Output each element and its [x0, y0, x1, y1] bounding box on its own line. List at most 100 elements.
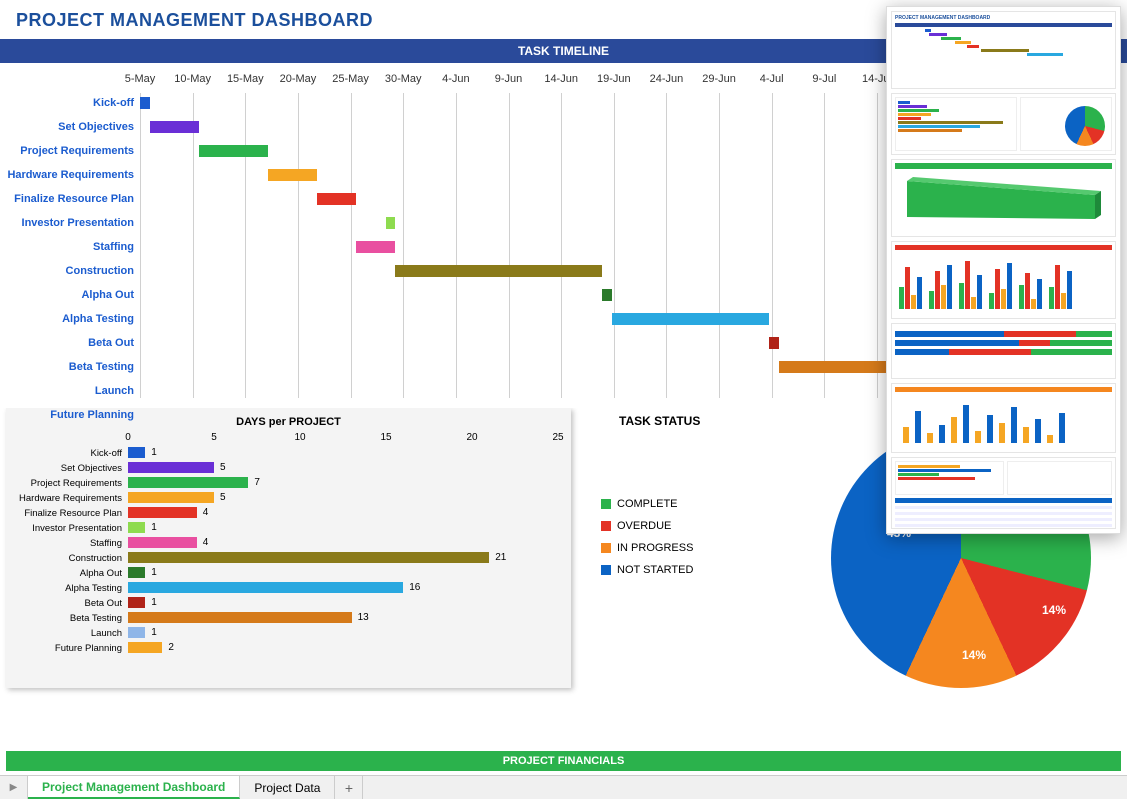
days-bar	[128, 597, 145, 608]
thumb-table[interactable]	[891, 457, 1116, 529]
gantt-task-label: Construction	[0, 265, 134, 277]
days-label: Future Planning	[18, 643, 122, 654]
gantt-task-label: Staffing	[0, 241, 134, 253]
gantt-date-tick: 10-May	[174, 73, 211, 85]
thumb-orange-cols[interactable]	[891, 383, 1116, 453]
days-per-project-chart: DAYS per PROJECT 0510152025 Kick-off1Set…	[6, 408, 571, 688]
thumb-3d-green[interactable]	[891, 159, 1116, 237]
days-value: 1	[151, 627, 157, 638]
days-bar	[128, 492, 214, 503]
days-bar	[128, 507, 197, 518]
gantt-row: Kick-off	[0, 93, 877, 117]
days-row: Launch 1	[18, 626, 559, 641]
days-bar	[128, 477, 248, 488]
gantt-date-tick: 4-Jul	[760, 73, 784, 85]
days-value: 1	[151, 567, 157, 578]
days-bar	[128, 567, 145, 578]
gantt-date-tick: 25-May	[332, 73, 369, 85]
thumb-columns[interactable]	[891, 241, 1116, 319]
gantt-task-label: Set Objectives	[0, 121, 134, 133]
legend-swatch	[601, 543, 611, 553]
tab-project-data[interactable]: Project Data	[240, 776, 335, 799]
gantt-bar	[268, 169, 317, 181]
gantt-task-label: Launch	[0, 385, 134, 397]
gantt-task-label: Beta Testing	[0, 361, 134, 373]
financials-header: PROJECT FINANCIALS	[6, 751, 1121, 771]
gantt-task-label: Hardware Requirements	[0, 169, 134, 181]
gantt-date-tick: 9-Jul	[812, 73, 836, 85]
days-label: Finalize Resource Plan	[18, 508, 122, 519]
days-axis-tick: 10	[294, 432, 305, 443]
gantt-row: Beta Testing	[0, 357, 877, 381]
gantt-bar	[386, 217, 396, 229]
days-label: Hardware Requirements	[18, 493, 122, 504]
days-label: Beta Out	[18, 598, 122, 609]
days-label: Alpha Out	[18, 568, 122, 579]
gantt-row: Beta Out	[0, 333, 877, 357]
days-row: Kick-off1	[18, 446, 559, 461]
days-row: Alpha Out 1	[18, 566, 559, 581]
legend-item: NOT STARTED	[601, 564, 693, 576]
gantt-task-label: Finalize Resource Plan	[0, 193, 134, 205]
days-label: Construction	[18, 553, 122, 564]
days-row: Beta Out1	[18, 596, 559, 611]
days-axis-tick: 15	[380, 432, 391, 443]
tab-prev-icon[interactable]: ▶	[0, 776, 28, 799]
legend-swatch	[601, 499, 611, 509]
days-bar	[128, 642, 162, 653]
days-value: 13	[358, 612, 369, 623]
thumb-bars-pie[interactable]	[891, 93, 1116, 155]
gantt-row: Alpha Out	[0, 285, 877, 309]
template-thumbnail-strip[interactable]: PROJECT MANAGEMENT DASHBOARD	[886, 6, 1121, 534]
days-value: 4	[203, 537, 209, 548]
gantt-date-tick: 19-Jun	[597, 73, 631, 85]
days-label: Set Objectives	[18, 463, 122, 474]
legend-item: COMPLETE	[601, 498, 693, 510]
gantt-row: Alpha Testing	[0, 309, 877, 333]
gantt-bar	[612, 313, 769, 325]
gantt-date-tick: 24-Jun	[650, 73, 684, 85]
days-label: Launch	[18, 628, 122, 639]
gantt-bar	[602, 289, 612, 301]
legend-item: IN PROGRESS	[601, 542, 693, 554]
days-bar	[128, 612, 352, 623]
days-axis-tick: 5	[211, 432, 217, 443]
days-row: Construction 21	[18, 551, 559, 566]
days-row: Beta Testing13	[18, 611, 559, 626]
thumb-stacked[interactable]	[891, 323, 1116, 379]
days-value: 5	[220, 492, 226, 503]
days-label: Staffing	[18, 538, 122, 549]
days-row: Investor Presentation1	[18, 521, 559, 536]
days-value: 16	[409, 582, 420, 593]
days-value: 1	[151, 522, 157, 533]
gantt-row: Project Requirements	[0, 141, 877, 165]
days-axis-tick: 25	[552, 432, 563, 443]
gantt-row: Finalize Resource Plan	[0, 189, 877, 213]
gantt-bar	[395, 265, 601, 277]
days-row: Alpha Testing 16	[18, 581, 559, 596]
days-bar	[128, 522, 145, 533]
days-value: 2	[168, 642, 174, 653]
gantt-row: Launch	[0, 381, 877, 405]
days-row: Set Objectives 5	[18, 461, 559, 476]
gantt-row: Hardware Requirements	[0, 165, 877, 189]
days-bar	[128, 582, 403, 593]
gantt-bar	[769, 337, 779, 349]
thumb-gantt[interactable]: PROJECT MANAGEMENT DASHBOARD	[891, 11, 1116, 89]
tab-add-button[interactable]: +	[335, 776, 363, 799]
days-bar	[128, 627, 145, 638]
days-label: Alpha Testing	[18, 583, 122, 594]
gantt-date-tick: 30-May	[385, 73, 422, 85]
tab-dashboard[interactable]: Project Management Dashboard	[28, 776, 240, 799]
days-value: 5	[220, 462, 226, 473]
gantt-date-tick: 5-May	[125, 73, 156, 85]
days-row: Future Planning 2	[18, 641, 559, 656]
legend-swatch	[601, 521, 611, 531]
gantt-date-tick: 20-May	[280, 73, 317, 85]
gantt-date-tick: 15-May	[227, 73, 264, 85]
gantt-task-label: Investor Presentation	[0, 217, 134, 229]
days-value: 21	[495, 552, 506, 563]
days-bar	[128, 462, 214, 473]
days-row: Project Requirements7	[18, 476, 559, 491]
gantt-row: Investor Presentation	[0, 213, 877, 237]
